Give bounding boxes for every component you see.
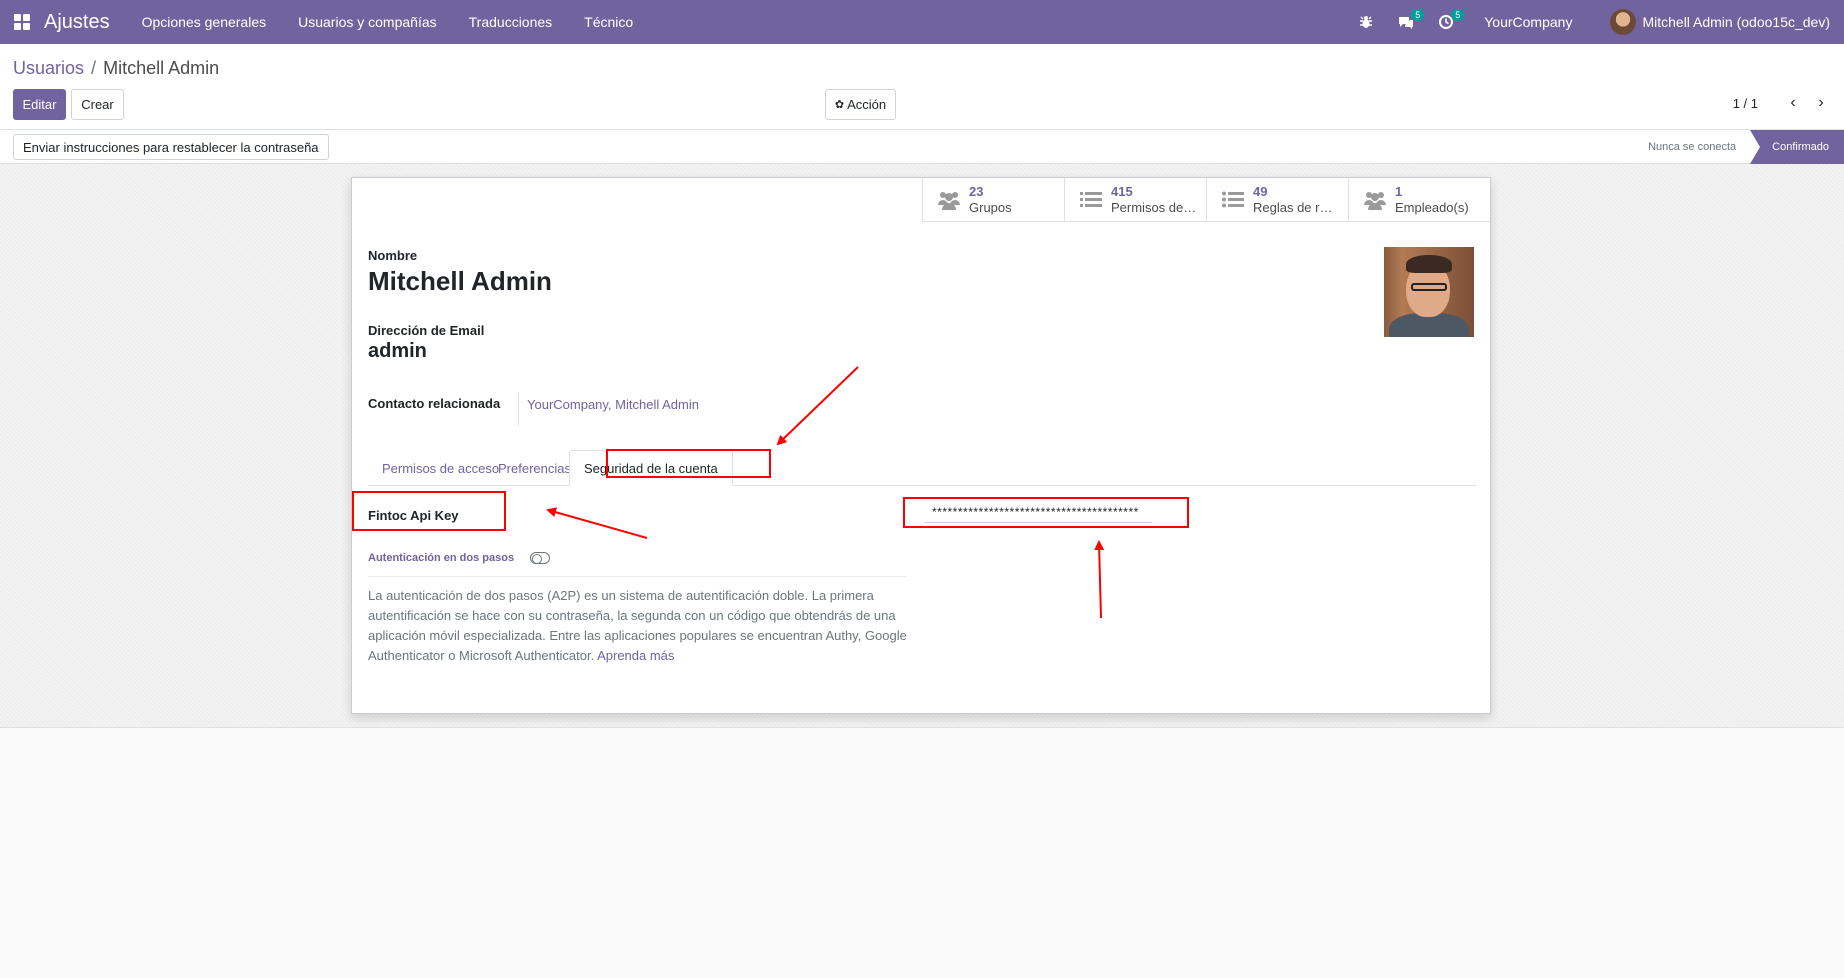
groups-stat-button[interactable]: 23 Grupos	[922, 178, 1064, 222]
company-switcher[interactable]: YourCompany	[1484, 14, 1572, 30]
reset-password-button[interactable]: Enviar instrucciones para restablecer la…	[13, 134, 329, 160]
create-button[interactable]: Crear	[71, 89, 124, 120]
groups-count: 23	[969, 183, 984, 199]
access-rights-stat-button[interactable]: 415 Permisos de…	[1064, 178, 1206, 222]
menu-item-translations[interactable]: Traducciones	[469, 14, 553, 30]
breadcrumb-users-link[interactable]: Usuarios	[13, 58, 84, 78]
record-rules-stat-button[interactable]: 49 Reglas de re…	[1206, 178, 1348, 222]
activities-clock-icon[interactable]: 5	[1432, 0, 1465, 44]
form-sheet: 23 Grupos 415 Permisos de… 49 Reglas de re……	[351, 177, 1491, 714]
name-label: Nombre	[368, 248, 418, 263]
twofa-label: Autenticación en dos pasos	[368, 552, 515, 564]
debug-bug-icon[interactable]	[1352, 0, 1380, 44]
contact-label: Contacto relacionada	[368, 396, 501, 411]
annotation-box-security-tab	[606, 449, 771, 478]
users-icon	[938, 191, 960, 210]
access-rights-label: Permisos de…	[1111, 199, 1197, 215]
action-button-label: Acción	[847, 97, 887, 112]
edit-button[interactable]: Editar	[13, 89, 66, 120]
access-rights-count: 415	[1111, 183, 1133, 199]
status-never-connected[interactable]: Nunca se conecta	[1648, 141, 1750, 153]
messages-icon[interactable]: 5	[1392, 0, 1425, 44]
email-field: admin	[368, 340, 427, 362]
smart-button-box: 23 Grupos 415 Permisos de… 49 Reglas de re……	[922, 178, 1490, 222]
contact-link[interactable]: YourCompany, Mitchell Admin	[527, 397, 699, 412]
messages-count-badge: 5	[1411, 9, 1425, 21]
contact-divider	[518, 392, 519, 426]
top-navbar: Ajustes Opciones generales Usuarios y co…	[0, 0, 1844, 44]
employees-stat-button[interactable]: 1 Empleado(s)	[1348, 178, 1490, 222]
menu-item-technical[interactable]: Técnico	[584, 14, 633, 30]
employees-count: 1	[1395, 183, 1403, 199]
name-field: Mitchell Admin	[368, 266, 552, 296]
separator-line	[368, 576, 906, 577]
record-rules-label: Reglas de re…	[1253, 199, 1339, 215]
annotation-box-api-key-input	[903, 497, 1189, 528]
user-menu[interactable]: Mitchell Admin (odoo15c_dev)	[1642, 14, 1830, 30]
twofa-toggle[interactable]	[530, 552, 550, 564]
status-steps: Nunca se conecta Confirmado	[1648, 130, 1844, 164]
annotation-box-api-key-label	[352, 491, 506, 531]
control-panel: Usuarios / Mitchell Admin Editar Crear ✿…	[0, 44, 1844, 130]
menu-item-users-companies[interactable]: Usuarios y compañías	[298, 14, 437, 30]
employees-label: Empleado(s)	[1395, 199, 1469, 215]
users-icon	[1364, 191, 1386, 210]
activities-count-badge: 5	[1451, 9, 1465, 21]
notebook-tabs: Permisos de acceso Preferencias Segurida…	[368, 450, 1476, 486]
apps-menu-icon[interactable]	[0, 0, 44, 44]
app-name[interactable]: Ajustes	[44, 11, 110, 34]
email-label: Dirección de Email	[368, 323, 485, 338]
twofa-help-text: La autenticación de dos pasos (A2P) es u…	[368, 586, 928, 666]
list-icon	[1080, 191, 1102, 207]
pager-previous-icon[interactable]: ‹	[1783, 92, 1803, 114]
form-statusbar: Enviar instrucciones para restablecer la…	[0, 130, 1844, 164]
user-avatar[interactable]	[1610, 9, 1637, 35]
breadcrumb-current: Mitchell Admin	[103, 58, 220, 78]
record-rules-count: 49	[1253, 183, 1268, 199]
breadcrumb-separator: /	[91, 58, 97, 78]
groups-label: Grupos	[969, 199, 1012, 215]
pager-value[interactable]: 1 / 1	[1733, 96, 1758, 111]
gear-icon: ✿	[834, 99, 845, 111]
pager-next-icon[interactable]: ›	[1811, 92, 1831, 114]
breadcrumb: Usuarios / Mitchell Admin	[13, 58, 219, 79]
learn-more-link[interactable]: Aprenda más	[597, 648, 674, 663]
action-button[interactable]: ✿ Acción	[825, 89, 896, 120]
menu-item-general-settings[interactable]: Opciones generales	[142, 14, 267, 30]
list-icon	[1222, 191, 1244, 207]
user-photo[interactable]	[1384, 247, 1474, 337]
status-confirmed[interactable]: Confirmado	[1750, 130, 1844, 164]
